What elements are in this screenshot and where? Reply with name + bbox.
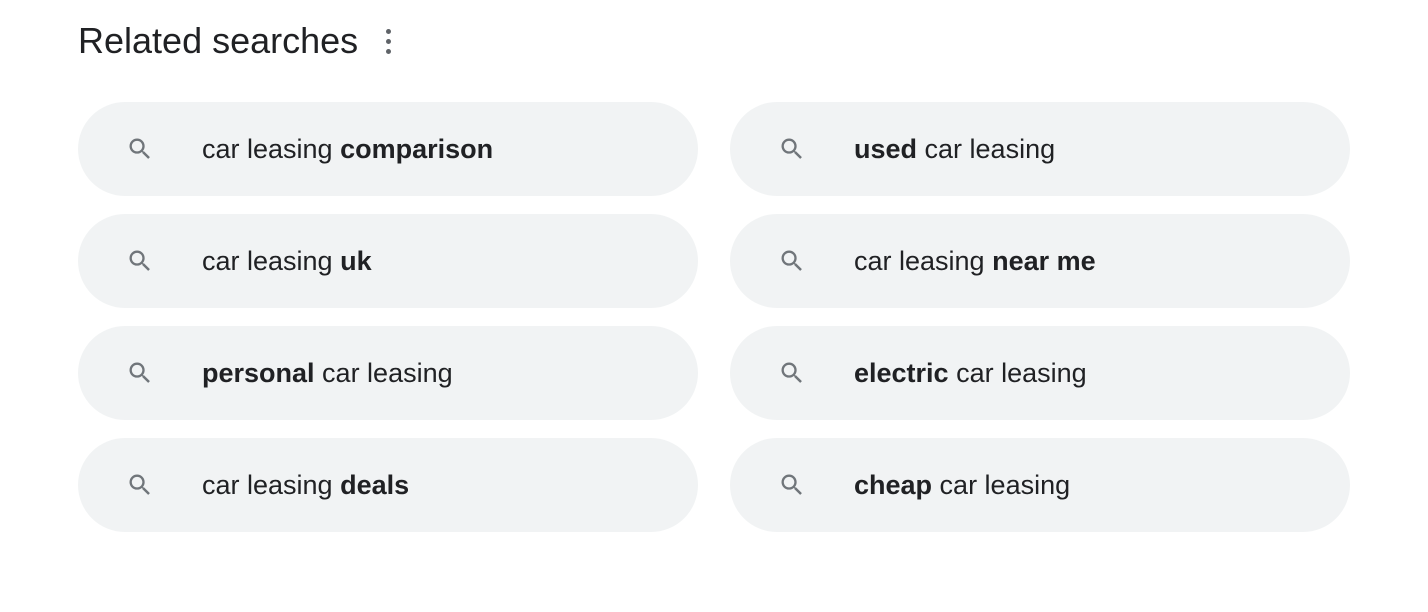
related-search-chip[interactable]: used car leasing <box>730 102 1350 196</box>
more-options-button[interactable] <box>378 21 399 62</box>
chip-label: car leasing uk <box>202 246 372 277</box>
search-icon <box>126 471 154 499</box>
search-icon <box>126 135 154 163</box>
search-icon <box>778 135 806 163</box>
chip-label: used car leasing <box>854 134 1055 165</box>
related-search-chip[interactable]: car leasing near me <box>730 214 1350 308</box>
related-searches-grid: car leasing comparison used car leasing … <box>78 102 1350 532</box>
chip-label: car leasing deals <box>202 470 409 501</box>
search-icon <box>126 247 154 275</box>
search-icon <box>126 359 154 387</box>
chip-label: cheap car leasing <box>854 470 1070 501</box>
related-search-chip[interactable]: cheap car leasing <box>730 438 1350 532</box>
search-icon <box>778 247 806 275</box>
related-search-chip[interactable]: personal car leasing <box>78 326 698 420</box>
more-options-icon <box>386 29 391 34</box>
search-icon <box>778 359 806 387</box>
related-searches-header: Related searches <box>78 20 1350 62</box>
section-title: Related searches <box>78 20 358 62</box>
chip-label: car leasing near me <box>854 246 1096 277</box>
related-search-chip[interactable]: car leasing comparison <box>78 102 698 196</box>
related-search-chip[interactable]: electric car leasing <box>730 326 1350 420</box>
related-search-chip[interactable]: car leasing uk <box>78 214 698 308</box>
related-search-chip[interactable]: car leasing deals <box>78 438 698 532</box>
chip-label: electric car leasing <box>854 358 1087 389</box>
chip-label: car leasing comparison <box>202 134 493 165</box>
search-icon <box>778 471 806 499</box>
chip-label: personal car leasing <box>202 358 453 389</box>
